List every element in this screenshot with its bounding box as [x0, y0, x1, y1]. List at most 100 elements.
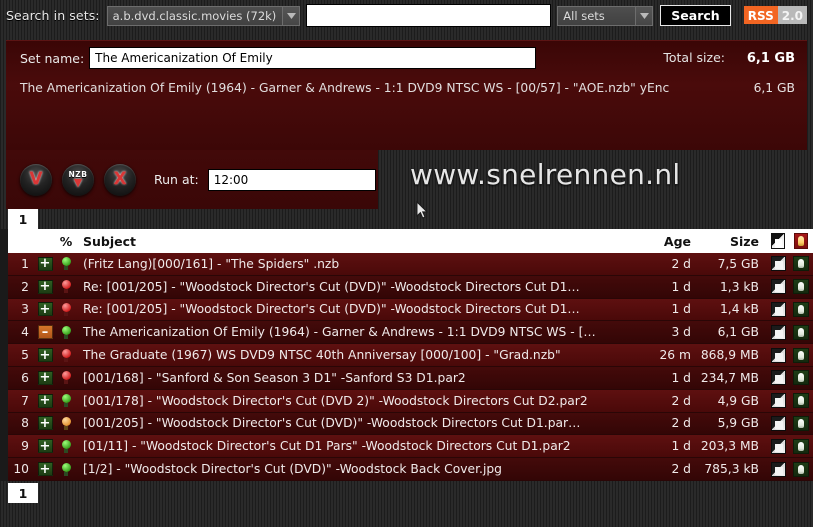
row-file-action[interactable]: [767, 370, 789, 386]
rss-badge[interactable]: RSS 2.0: [743, 6, 807, 24]
bulb-icon[interactable]: [794, 233, 808, 249]
row-subject[interactable]: [001/178] - "Woodstock Director's Cut (D…: [76, 394, 633, 408]
row-toggle-button[interactable]: +: [34, 302, 56, 317]
row-subject[interactable]: Re: [001/205] - "Woodstock Director's Cu…: [76, 302, 633, 316]
row-file-action[interactable]: [767, 301, 789, 317]
scope-select[interactable]: All sets: [557, 5, 654, 26]
row-bulb-action[interactable]: [789, 415, 813, 431]
table-row[interactable]: 2 + Re: [001/205] - "Woodstock Director's …: [8, 275, 813, 299]
pagination-bottom-page-1[interactable]: 1: [8, 483, 38, 503]
header-age[interactable]: Age: [633, 234, 691, 249]
row-subject[interactable]: (Fritz Lang)[000/161] - "The Spiders" .n…: [76, 257, 633, 271]
newsgroup-select-value: a.b.dvd.classic.movies (72k): [112, 8, 277, 23]
table-row[interactable]: 7 + [001/178] - "Woodstock Director's Cut …: [8, 389, 813, 413]
table-row[interactable]: 1 + (Fritz Lang)[000/161] - "The Spiders" …: [8, 253, 813, 276]
search-input[interactable]: [306, 4, 552, 27]
row-bulb-action[interactable]: [789, 279, 813, 295]
row-file-action[interactable]: [767, 324, 789, 340]
row-number: 7: [21, 393, 29, 408]
row-status-indicator[interactable]: [56, 371, 76, 385]
nzb-download-button[interactable]: NZB ▼: [62, 163, 94, 196]
row-bulb-action[interactable]: [789, 301, 813, 317]
bulb-icon: [793, 324, 809, 340]
file-icon[interactable]: [771, 233, 785, 249]
header-percent[interactable]: %: [56, 234, 76, 249]
row-status-indicator[interactable]: [56, 257, 76, 271]
row-bulb-action[interactable]: [789, 256, 813, 272]
row-status-indicator[interactable]: [56, 348, 76, 362]
pagination-top-page-1[interactable]: 1: [8, 209, 38, 229]
row-file-action[interactable]: [767, 461, 789, 477]
bulb-icon: [61, 280, 71, 294]
row-subject[interactable]: Re: [001/205] - "Woodstock Director's Cu…: [76, 280, 633, 294]
row-toggle-button[interactable]: +: [34, 370, 56, 385]
row-file-action[interactable]: [767, 415, 789, 431]
row-subject[interactable]: The Americanization Of Emily (1964) - Ga…: [76, 325, 633, 339]
chevron-down-icon[interactable]: [282, 6, 300, 25]
run-at-input[interactable]: [207, 168, 376, 191]
header-size[interactable]: Size: [691, 234, 767, 249]
row-status-indicator[interactable]: [56, 325, 76, 339]
row-toggle-button[interactable]: +: [34, 393, 56, 408]
row-toggle-button[interactable]: +: [34, 462, 56, 477]
row-status-indicator[interactable]: [56, 439, 76, 453]
row-size: 6,1 GB: [717, 325, 759, 340]
row-status-indicator[interactable]: [56, 280, 76, 294]
row-subject[interactable]: [01/11] - "Woodstock Director's Cut D1 P…: [76, 439, 633, 453]
row-bulb-action[interactable]: [789, 461, 813, 477]
row-status-indicator[interactable]: [56, 394, 76, 408]
row-toggle-button[interactable]: +: [34, 439, 56, 454]
table-row[interactable]: 5 + The Graduate (1967) WS DVD9 NTSC 40th …: [8, 344, 813, 367]
table-body: 1 + (Fritz Lang)[000/161] - "The Spiders" …: [8, 253, 813, 481]
minus-icon: –: [37, 325, 53, 340]
run-at-label: Run at:: [154, 172, 199, 187]
row-toggle-button[interactable]: +: [34, 348, 56, 363]
plus-icon: +: [37, 393, 53, 408]
row-status-indicator[interactable]: [56, 462, 76, 476]
set-name-input[interactable]: [89, 47, 537, 69]
row-size: 785,3 kB: [704, 462, 759, 477]
row-file-action[interactable]: [767, 393, 789, 409]
table-row[interactable]: 10 + [1/2] - "Woodstock Director's Cut (DV…: [8, 458, 813, 481]
row-subject[interactable]: [001/168] - "Sanford & Son Season 3 D1" …: [76, 371, 633, 385]
plus-icon: +: [37, 302, 53, 317]
table-row[interactable]: 9 + [01/11] - "Woodstock Director's Cut D1…: [8, 435, 813, 459]
row-toggle-button[interactable]: +: [34, 279, 56, 294]
bulb-icon: [61, 462, 71, 476]
table-row[interactable]: 8 + [001/205] - "Woodstock Director's Cut …: [8, 412, 813, 436]
row-file-action[interactable]: [767, 256, 789, 272]
row-subject[interactable]: [001/205] - "Woodstock Director's Cut (D…: [76, 416, 633, 430]
view-button[interactable]: V: [20, 163, 52, 196]
bulb-icon: [61, 394, 71, 408]
set-description-row: The Americanization Of Emily (1964) - Ga…: [6, 75, 807, 101]
newsgroup-select[interactable]: a.b.dvd.classic.movies (72k): [106, 5, 301, 26]
row-toggle-button[interactable]: +: [34, 256, 56, 271]
row-toggle-button[interactable]: +: [34, 416, 56, 431]
nzb-icon: NZB ▼: [69, 171, 88, 189]
table-row[interactable]: 4– The Americanization Of Emily (1964) - …: [8, 321, 813, 345]
row-age: 1 d: [671, 279, 691, 294]
row-bulb-action[interactable]: [789, 438, 813, 454]
row-bulb-action[interactable]: [789, 393, 813, 409]
row-bulb-action[interactable]: [789, 324, 813, 340]
row-number: 10: [13, 462, 29, 477]
row-subject[interactable]: [1/2] - "Woodstock Director's Cut (DVD)"…: [76, 462, 633, 476]
file-icon: [770, 301, 786, 317]
row-file-action[interactable]: [767, 347, 789, 363]
row-file-action[interactable]: [767, 438, 789, 454]
cancel-button[interactable]: X: [104, 163, 136, 196]
chevron-down-icon[interactable]: [635, 6, 653, 25]
row-age: 2 d: [671, 393, 691, 408]
search-button[interactable]: Search: [660, 5, 731, 26]
row-file-action[interactable]: [767, 279, 789, 295]
table-row[interactable]: 3 + Re: [001/205] - "Woodstock Director's …: [8, 298, 813, 322]
row-status-indicator[interactable]: [56, 302, 76, 316]
row-bulb-action[interactable]: [789, 347, 813, 363]
row-bulb-action[interactable]: [789, 370, 813, 386]
table-row[interactable]: 6 + [001/168] - "Sanford & Son Season 3 D1…: [8, 366, 813, 390]
row-toggle-button[interactable]: –: [34, 325, 56, 340]
header-subject[interactable]: Subject: [76, 234, 633, 249]
bulb-icon: [61, 348, 71, 362]
row-subject[interactable]: The Graduate (1967) WS DVD9 NTSC 40th An…: [76, 348, 633, 362]
row-status-indicator[interactable]: [56, 416, 76, 430]
